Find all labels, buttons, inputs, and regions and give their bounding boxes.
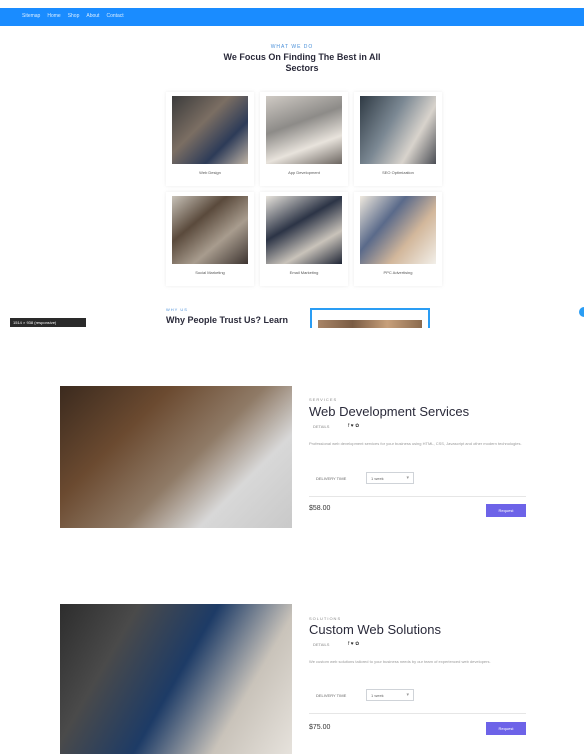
service-image [266, 96, 342, 164]
trust-image-frame [310, 308, 430, 328]
service-card[interactable]: Email Marketing [260, 192, 348, 286]
top-nav-bar: Sitemap Home Shop About Contact [0, 8, 584, 26]
nav-link[interactable]: Sitemap [22, 13, 40, 19]
service-label: Web Design [199, 170, 221, 175]
product-description: Professional web development services fo… [309, 441, 522, 446]
product-image [60, 386, 292, 528]
product-category: SERVICES [309, 397, 338, 402]
nav-link[interactable]: Contact [106, 13, 123, 19]
service-card[interactable]: Social Marketing [166, 192, 254, 286]
trust-subtitle: WHY US [166, 307, 188, 312]
request-button[interactable]: Request [486, 504, 526, 517]
top-nav: Sitemap Home Shop About Contact [22, 13, 124, 19]
service-label: PPC Advertising [383, 270, 413, 275]
service-image [172, 196, 248, 264]
product-image [60, 604, 292, 754]
social-share-icons[interactable]: f ♥ ✿ [348, 423, 359, 429]
nav-link[interactable]: About [86, 13, 99, 19]
delivery-time-select[interactable]: 1 week [366, 689, 414, 701]
product-details-label: DETAILS [313, 424, 330, 429]
delivery-time-label: DELIVERY TIME [316, 476, 347, 481]
product-details-label: DETAILS [313, 642, 330, 647]
scroll-indicator-dot[interactable] [579, 307, 584, 317]
services-subtitle: WHAT WE DO [270, 44, 314, 50]
product-category: SOLUTIONS [309, 616, 342, 621]
service-label: Social Marketing [195, 270, 225, 275]
service-card[interactable]: App Development [260, 92, 348, 186]
services-title: We Focus On Finding The Best in All Sect… [223, 52, 381, 73]
nav-link[interactable]: Shop [68, 13, 80, 19]
service-card[interactable]: PPC Advertising [354, 192, 442, 286]
delivery-time-select[interactable]: 1 week [366, 472, 414, 484]
product-price: $58.00 [309, 505, 331, 512]
trust-title: Why People Trust Us? Learn [166, 315, 289, 325]
service-image [360, 96, 436, 164]
service-card[interactable]: SEO Optimization [354, 92, 442, 186]
divider [309, 713, 526, 714]
product-price: $75.00 [309, 724, 331, 731]
social-share-icons[interactable]: f ♥ ✿ [348, 641, 359, 647]
divider [309, 496, 526, 497]
service-label: Email Marketing [289, 270, 319, 275]
product-description: We custom web solutions tailored to your… [309, 659, 491, 664]
product-title[interactable]: Web Development Services [309, 404, 469, 419]
product-title[interactable]: Custom Web Solutions [309, 622, 441, 637]
service-label: App Development [288, 170, 320, 175]
service-image [360, 196, 436, 264]
service-image [172, 96, 248, 164]
service-image [266, 196, 342, 264]
dimension-tooltip: 1514 × 938 (responsive) [10, 318, 86, 327]
nav-link[interactable]: Home [47, 13, 60, 19]
request-button[interactable]: Request [486, 722, 526, 735]
delivery-time-label: DELIVERY TIME [316, 693, 347, 698]
service-card[interactable]: Web Design [166, 92, 254, 186]
trust-image [318, 320, 422, 328]
service-label: SEO Optimization [382, 170, 414, 175]
